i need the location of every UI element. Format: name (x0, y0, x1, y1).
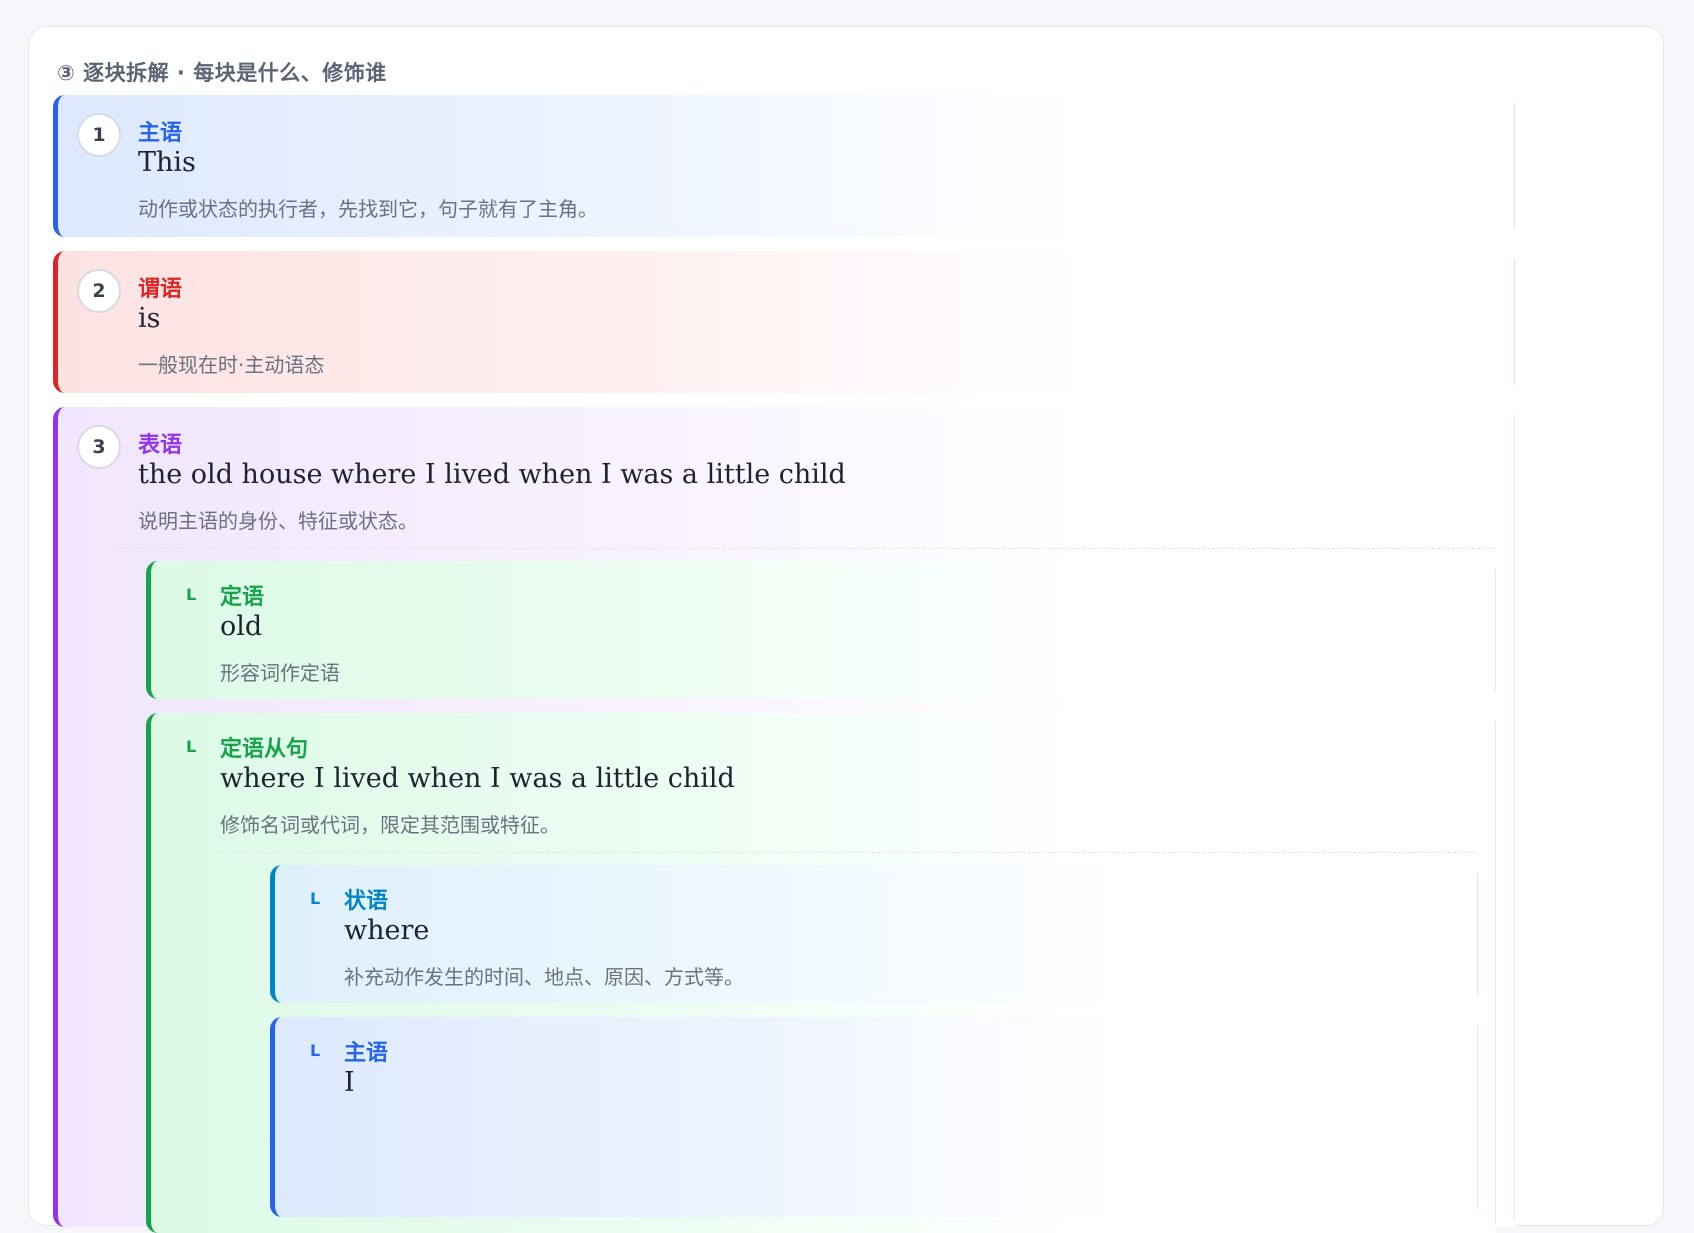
tree-branch-marker: L (310, 889, 321, 908)
child-block-attribute[interactable]: L 定语 old 形容词作定语 (146, 561, 1496, 699)
block-number-badge: 1 (77, 113, 121, 157)
block-role-label: 状语 (344, 889, 389, 914)
block-description: 动作或状态的执行者，先找到它，句子就有了主角。 (138, 197, 598, 221)
block-description: 修饰名词或代词，限定其范围或特征。 (220, 813, 560, 837)
tree-branch-marker: L (186, 585, 197, 604)
block-predicate[interactable]: 2 谓语 is 一般现在时·主动语态 (53, 251, 1515, 393)
block-description: 说明主语的身份、特征或状态。 (138, 509, 418, 533)
block-description: 一般现在时·主动语态 (138, 353, 325, 377)
block-edge (1495, 569, 1496, 691)
breakdown-card: ③ 逐块拆解 · 每块是什么、修饰谁 1 主语 This 动作或状态的执行者，先… (28, 26, 1664, 1233)
block-edge (1477, 1025, 1478, 1209)
block-role-label: 定语从句 (220, 737, 309, 762)
block-phrase: I (344, 1067, 355, 1098)
block-phrase: This (138, 147, 196, 178)
block-edge (1495, 721, 1496, 1225)
block-predicative[interactable]: 3 表语 the old house where I lived when I … (53, 407, 1515, 1233)
block-role-label: 谓语 (138, 277, 183, 302)
tree-branch-marker: L (186, 737, 197, 756)
block-edge (1514, 103, 1515, 229)
block-role-label: 定语 (220, 585, 265, 610)
block-divider (118, 548, 1495, 549)
block-edge (1514, 415, 1515, 1219)
block-subject[interactable]: 1 主语 This 动作或状态的执行者，先找到它，句子就有了主角。 (53, 95, 1515, 237)
block-phrase: where (344, 915, 430, 946)
block-divider (211, 852, 1476, 853)
tree-branch-marker: L (310, 1041, 321, 1060)
block-number-badge: 3 (77, 425, 121, 469)
block-phrase: the old house where I lived when I was a… (138, 459, 846, 490)
block-role-label: 主语 (344, 1041, 389, 1066)
block-phrase: where I lived when I was a little child (220, 763, 735, 794)
block-edge (1514, 259, 1515, 385)
child-block-subject[interactable]: L 主语 I (270, 1017, 1478, 1217)
block-phrase: old (220, 611, 263, 642)
block-role-label: 主语 (138, 121, 183, 146)
block-role-label: 表语 (138, 433, 183, 458)
section-title: ③ 逐块拆解 · 每块是什么、修饰谁 (57, 61, 387, 85)
block-phrase: is (138, 303, 161, 334)
block-number-badge: 2 (77, 269, 121, 313)
block-description: 形容词作定语 (220, 661, 340, 685)
child-block-attributive-clause[interactable]: L 定语从句 where I lived when I was a little… (146, 713, 1496, 1233)
block-description: 补充动作发生的时间、地点、原因、方式等。 (344, 965, 744, 989)
child-block-adverbial[interactable]: L 状语 where 补充动作发生的时间、地点、原因、方式等。 (270, 865, 1478, 1003)
block-edge (1477, 873, 1478, 995)
